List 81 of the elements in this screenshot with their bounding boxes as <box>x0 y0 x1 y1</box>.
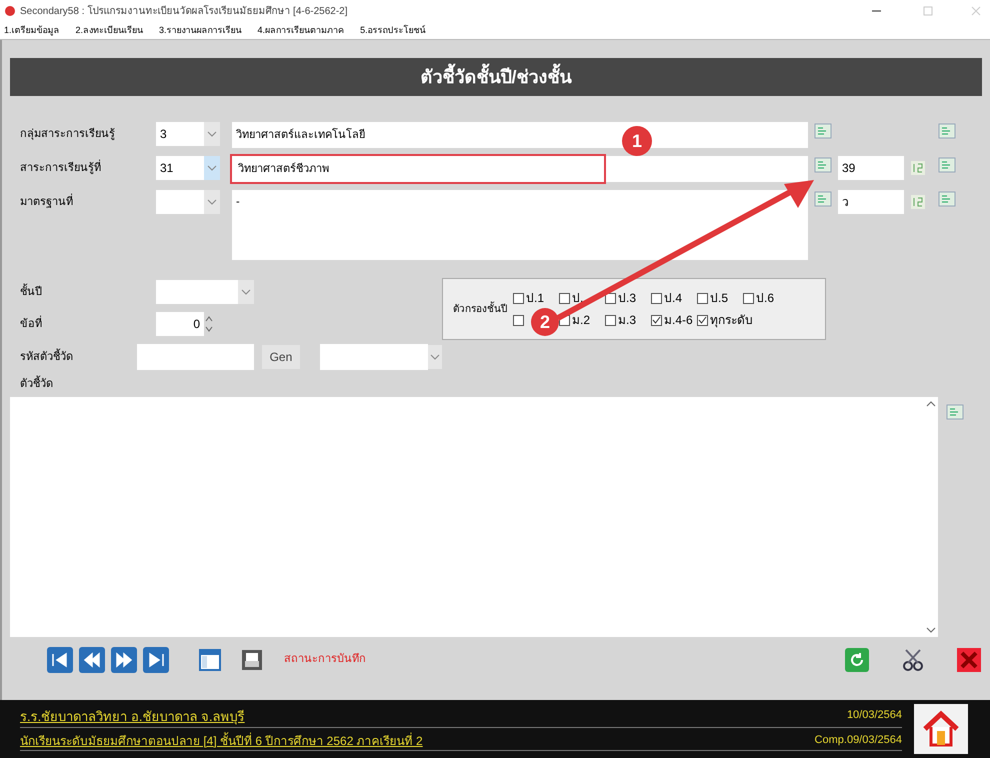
previous-record-icon[interactable] <box>78 646 106 674</box>
table-icon[interactable] <box>938 190 956 208</box>
dropdown-button[interactable] <box>204 122 220 146</box>
caret-icon <box>207 165 217 171</box>
window-icon[interactable] <box>198 648 222 672</box>
checkbox-icon[interactable] <box>605 292 616 304</box>
filter-checkbox[interactable]: ป.4 <box>651 288 682 308</box>
checkbox-icon[interactable] <box>697 314 708 326</box>
checkbox-icon[interactable] <box>605 314 616 326</box>
code-field[interactable]: 31 <box>156 156 204 180</box>
checkbox-icon[interactable] <box>697 292 708 304</box>
list-icon[interactable] <box>814 190 832 208</box>
code-field[interactable]: 3 <box>156 122 204 146</box>
caret-icon <box>207 131 217 137</box>
printer-icon[interactable] <box>240 648 264 672</box>
field-label: กลุ่มสาระการเรียนรู้ <box>19 126 116 142</box>
number-field[interactable]: 39 <box>838 156 904 180</box>
checkbox-icon[interactable] <box>651 292 662 304</box>
numbering-icon[interactable] <box>910 193 926 211</box>
number-spinner[interactable]: 0 <box>156 312 204 336</box>
field-label: มาตรฐานที่ <box>10 190 156 210</box>
dropdown-button[interactable] <box>428 345 442 369</box>
code-field[interactable] <box>156 190 204 214</box>
code-input[interactable] <box>137 344 254 370</box>
dropdown-button[interactable] <box>238 280 254 304</box>
current-date: 10/03/2564 <box>846 708 902 724</box>
filter-checkbox[interactable]: ป.5 <box>697 288 728 308</box>
field-label: สาระการเรียนรู้ที่ <box>10 156 156 176</box>
scissors-icon[interactable] <box>900 646 926 672</box>
field-label: ข้อที่ <box>19 316 43 332</box>
refresh-icon[interactable] <box>844 646 870 672</box>
table-icon[interactable] <box>938 122 956 140</box>
highlight-frame: วิทยาศาสตร์ชีวภาพ <box>230 154 606 184</box>
filter-checkbox[interactable]: ป.3 <box>605 288 636 308</box>
field-label: รหัสตัวชี้วัด <box>19 348 74 365</box>
checkbox-icon[interactable] <box>513 292 524 304</box>
text-field[interactable]: วิทยาศาสตร์ชีวภาพ <box>232 156 808 182</box>
save-status: สถานะการบันทึก <box>284 652 366 668</box>
caret-icon <box>207 199 217 205</box>
filter-checkbox[interactable]: ป.1 <box>513 288 544 308</box>
school-name: ร.ร.ชัยบาดาลวิทยา อ.ชัยบาดาล จ.ลพบุรี <box>20 708 245 726</box>
list-icon[interactable] <box>814 156 832 174</box>
menu-item[interactable]: 4.ผลการเรียนตามภาค <box>258 24 344 38</box>
table-icon[interactable] <box>946 402 964 420</box>
home-icon[interactable] <box>921 709 961 749</box>
filter-checkbox[interactable]: ม.4-6 <box>651 310 693 330</box>
first-record-icon[interactable] <box>46 646 74 674</box>
gen-button[interactable]: Gen <box>262 345 300 369</box>
dropdown-button[interactable] <box>204 190 220 214</box>
dropdown-button[interactable] <box>204 156 220 180</box>
filter-checkbox[interactable]: ป.6 <box>743 288 774 308</box>
next-record-icon[interactable] <box>110 646 138 674</box>
computer-date: Comp.09/03/2564 <box>814 732 902 748</box>
number-field[interactable]: ว <box>838 190 904 214</box>
field-label: ชั้นปี <box>19 284 43 300</box>
list-icon[interactable] <box>814 122 832 140</box>
app-icon <box>4 5 16 17</box>
menu-item[interactable]: 2.ลงทะเบียนเรียน <box>76 24 144 38</box>
caret-icon <box>430 354 440 360</box>
checkbox-icon[interactable] <box>559 292 570 304</box>
caret-icon <box>241 289 251 295</box>
text-area[interactable]: - <box>232 190 808 260</box>
filter-checkbox[interactable]: ป. <box>559 288 584 308</box>
filter-checkbox[interactable]: ทุกระดับ <box>697 310 753 330</box>
numbering-icon[interactable] <box>910 159 926 177</box>
menu-item[interactable]: 1.เตรียมข้อมูล <box>4 24 60 38</box>
checkbox-icon[interactable] <box>743 292 754 304</box>
menu-item[interactable]: 5.อรรถประโยชน์ <box>360 24 426 38</box>
window-title: Secondary58 : โปรแกรมงานทะเบียนวัดผลโรงเรียนมัธยมศึกษา [4-6-2562-2] <box>20 4 349 18</box>
delete-icon[interactable] <box>956 646 982 672</box>
checkbox-icon[interactable] <box>513 314 524 326</box>
filter-label: ตัวกรองชั้นปี <box>453 302 505 316</box>
menu-item[interactable]: 3.รายงานผลการเรียน <box>159 24 242 38</box>
table-icon[interactable] <box>938 156 956 174</box>
form-header: ตัวชี้วัดชั้นปี/ช่วงชั้น <box>10 58 982 96</box>
field-label: ตัวชี้วัด <box>10 376 982 392</box>
class-info: นักเรียนระดับมัธยมศึกษาตอนปลาย [4] ชั้นปีที่ 6 ปีการศึกษา 2562 ภาคเรียนที่ 2 <box>20 732 423 750</box>
home-button[interactable] <box>914 704 968 754</box>
filter-checkbox[interactable]: ม.3 <box>605 310 636 330</box>
last-record-icon[interactable] <box>142 646 170 674</box>
checkbox-icon[interactable] <box>651 314 662 326</box>
